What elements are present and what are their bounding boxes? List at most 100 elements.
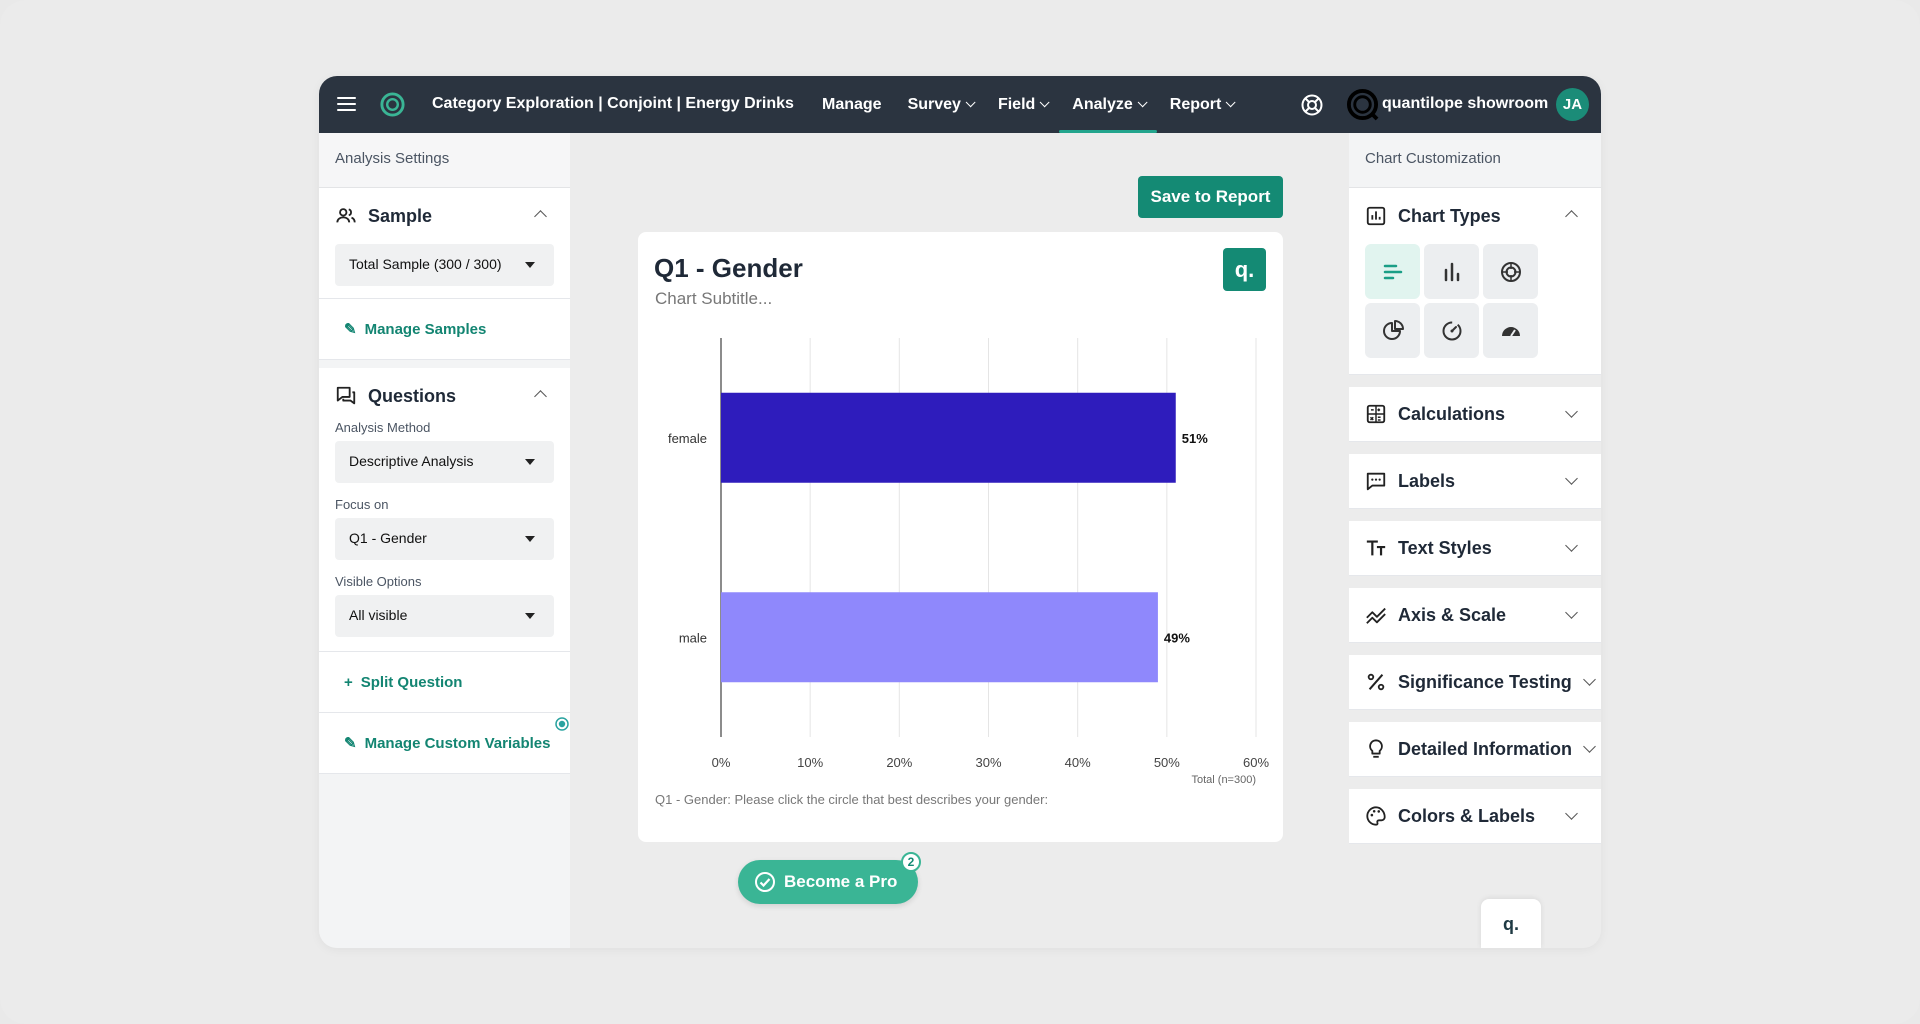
text-size-icon bbox=[1366, 540, 1386, 556]
chart-card: Q1 - Gender Chart Subtitle... q. 0% 10% 20… bbox=[638, 232, 1283, 842]
chart-type-horizontal-bar[interactable] bbox=[1365, 244, 1420, 299]
palette-icon bbox=[1366, 806, 1386, 826]
questions-section-toggle[interactable]: Questions bbox=[319, 368, 570, 424]
focus-select[interactable]: Q1 - Gender bbox=[335, 518, 554, 560]
plus-icon: + bbox=[344, 673, 353, 691]
quantilope-logo-icon[interactable] bbox=[379, 91, 406, 118]
gauge-icon bbox=[1501, 326, 1520, 337]
project-title[interactable]: Category Exploration | Conjoint | Energy… bbox=[432, 95, 794, 113]
chevron-down-icon bbox=[1565, 405, 1578, 418]
app-window: Category Exploration | Conjoint | Energy… bbox=[319, 76, 1601, 948]
calculations-section[interactable]: Calculations bbox=[1349, 387, 1601, 442]
analysis-method-select[interactable]: Descriptive Analysis bbox=[335, 441, 554, 483]
chevron-down-icon bbox=[1583, 673, 1596, 686]
chart-type-radar[interactable] bbox=[1483, 244, 1538, 299]
nav-label: Manage bbox=[822, 95, 882, 113]
pro-count-badge: 2 bbox=[901, 852, 921, 872]
nav-label: Analyze bbox=[1072, 95, 1133, 113]
chart-customization-panel: Chart Customization Chart Types Calculat… bbox=[1349, 133, 1601, 948]
panel-header: Chart Customization bbox=[1349, 133, 1601, 188]
x-tick-label: 10% bbox=[797, 755, 823, 770]
vertical-bar-chart-icon bbox=[1444, 262, 1459, 281]
chart-type-vertical-bar[interactable] bbox=[1424, 244, 1479, 299]
link-label: Manage Custom Variables bbox=[364, 734, 551, 752]
radar-chart-icon bbox=[1500, 261, 1521, 282]
analysis-settings-panel: Analysis Settings Sample Total Sample (3… bbox=[319, 133, 570, 948]
chevron-down-icon bbox=[1039, 97, 1050, 108]
chevron-down-icon bbox=[1565, 606, 1578, 619]
visible-options-label: Visible Options bbox=[335, 574, 422, 589]
pencil-icon: ✎ bbox=[344, 735, 357, 752]
chart-title[interactable]: Q1 - Gender bbox=[654, 253, 803, 284]
sample-section-toggle[interactable]: Sample bbox=[319, 188, 570, 244]
chevron-down-icon bbox=[1565, 539, 1578, 552]
sample-select[interactable]: Total Sample (300 / 300) bbox=[335, 244, 554, 286]
check-circle-icon bbox=[755, 872, 775, 892]
x-tick-label: 60% bbox=[1243, 755, 1269, 770]
section-label: Labels bbox=[1398, 470, 1456, 491]
text-styles-section[interactable]: Text Styles bbox=[1349, 521, 1601, 576]
visible-options-select[interactable]: All visible bbox=[335, 595, 554, 637]
significance-testing-section[interactable]: Significance Testing bbox=[1349, 655, 1601, 710]
chevron-up-icon bbox=[1565, 210, 1578, 223]
support-chat-button[interactable]: q. bbox=[1481, 899, 1541, 948]
focus-label: Focus on bbox=[335, 497, 389, 512]
link-label: Split Question bbox=[360, 673, 463, 691]
link-label: Manage Samples bbox=[364, 320, 487, 338]
chart-types-section: Chart Types bbox=[1349, 188, 1601, 375]
x-tick-label: 20% bbox=[886, 755, 912, 770]
section-label: Detailed Information bbox=[1398, 738, 1573, 759]
manage-samples-card: ✎ Manage Samples bbox=[319, 299, 570, 360]
save-to-report-button[interactable]: Save to Report bbox=[1138, 176, 1283, 218]
speedometer-icon bbox=[1442, 321, 1461, 340]
split-question-link[interactable]: + Split Question bbox=[319, 652, 570, 712]
nav-label: Field bbox=[997, 95, 1036, 113]
labels-section[interactable]: Labels bbox=[1349, 454, 1601, 509]
manage-custom-variables-link[interactable]: ✎ Manage Custom Variables bbox=[319, 713, 570, 773]
total-n-label: Total (n=300) bbox=[1191, 774, 1256, 786]
horizontal-bar-chart-icon bbox=[1383, 264, 1402, 279]
x-tick-label: 40% bbox=[1065, 755, 1091, 770]
detailed-information-section[interactable]: Detailed Information bbox=[1349, 722, 1601, 777]
chart-type-gauge[interactable] bbox=[1483, 303, 1538, 358]
chevron-down-icon bbox=[1565, 472, 1578, 485]
bar-female bbox=[721, 392, 1176, 483]
panel-header: Analysis Settings bbox=[319, 133, 570, 188]
become-a-pro-button[interactable]: Become a Pro bbox=[738, 860, 918, 904]
chat-bubbles-icon bbox=[336, 386, 356, 405]
nav-manage[interactable]: Manage bbox=[809, 76, 895, 133]
pie-chart-icon bbox=[1382, 319, 1404, 340]
data-label: 51% bbox=[1182, 431, 1208, 446]
quantilope-badge: q. bbox=[1223, 248, 1266, 291]
questions-section: Questions Analysis Method Descriptive An… bbox=[319, 368, 570, 652]
chart-subtitle[interactable]: Chart Subtitle... bbox=[655, 289, 772, 309]
chevron-up-icon bbox=[534, 210, 547, 223]
chart-types-toggle[interactable]: Chart Types bbox=[1349, 188, 1601, 244]
x-tick-label: 0% bbox=[712, 755, 731, 770]
organization-name[interactable]: quantilope showroom bbox=[1382, 95, 1548, 113]
user-avatar[interactable]: JA bbox=[1556, 88, 1589, 121]
users-icon bbox=[336, 208, 356, 223]
axis-scale-section[interactable]: Axis & Scale bbox=[1349, 588, 1601, 643]
chevron-down-icon bbox=[965, 97, 976, 108]
chart-type-speedometer[interactable] bbox=[1424, 303, 1479, 358]
sample-section: Sample Total Sample (300 / 300) bbox=[319, 188, 570, 299]
hamburger-menu-icon[interactable] bbox=[337, 94, 357, 114]
nav-analyze[interactable]: Analyze bbox=[1059, 76, 1158, 133]
chevron-down-icon bbox=[1137, 97, 1148, 108]
manage-samples-link[interactable]: ✎ Manage Samples bbox=[319, 299, 570, 359]
nav-field[interactable]: Field bbox=[985, 76, 1059, 133]
split-question-card: + Split Question bbox=[319, 652, 570, 713]
percent-icon bbox=[1367, 673, 1385, 691]
colors-labels-section[interactable]: Colors & Labels bbox=[1349, 789, 1601, 844]
bar-chart-box-icon bbox=[1366, 206, 1386, 226]
nav-report[interactable]: Report bbox=[1157, 76, 1246, 133]
chart-type-pie[interactable] bbox=[1365, 303, 1420, 358]
nav-survey[interactable]: Survey bbox=[895, 76, 985, 133]
main-nav: Manage Survey Field Analyze Report bbox=[809, 76, 1245, 133]
bar-chart: 0% 10% 20% 30% 40% 50% 60% female 51% male 49% Tota… bbox=[668, 338, 1269, 786]
top-navigation-bar: Category Exploration | Conjoint | Energy… bbox=[319, 76, 1601, 133]
help-lifebuoy-icon[interactable] bbox=[1300, 93, 1324, 117]
x-tick-label: 30% bbox=[975, 755, 1001, 770]
pro-button-label: Become a Pro bbox=[784, 872, 898, 891]
